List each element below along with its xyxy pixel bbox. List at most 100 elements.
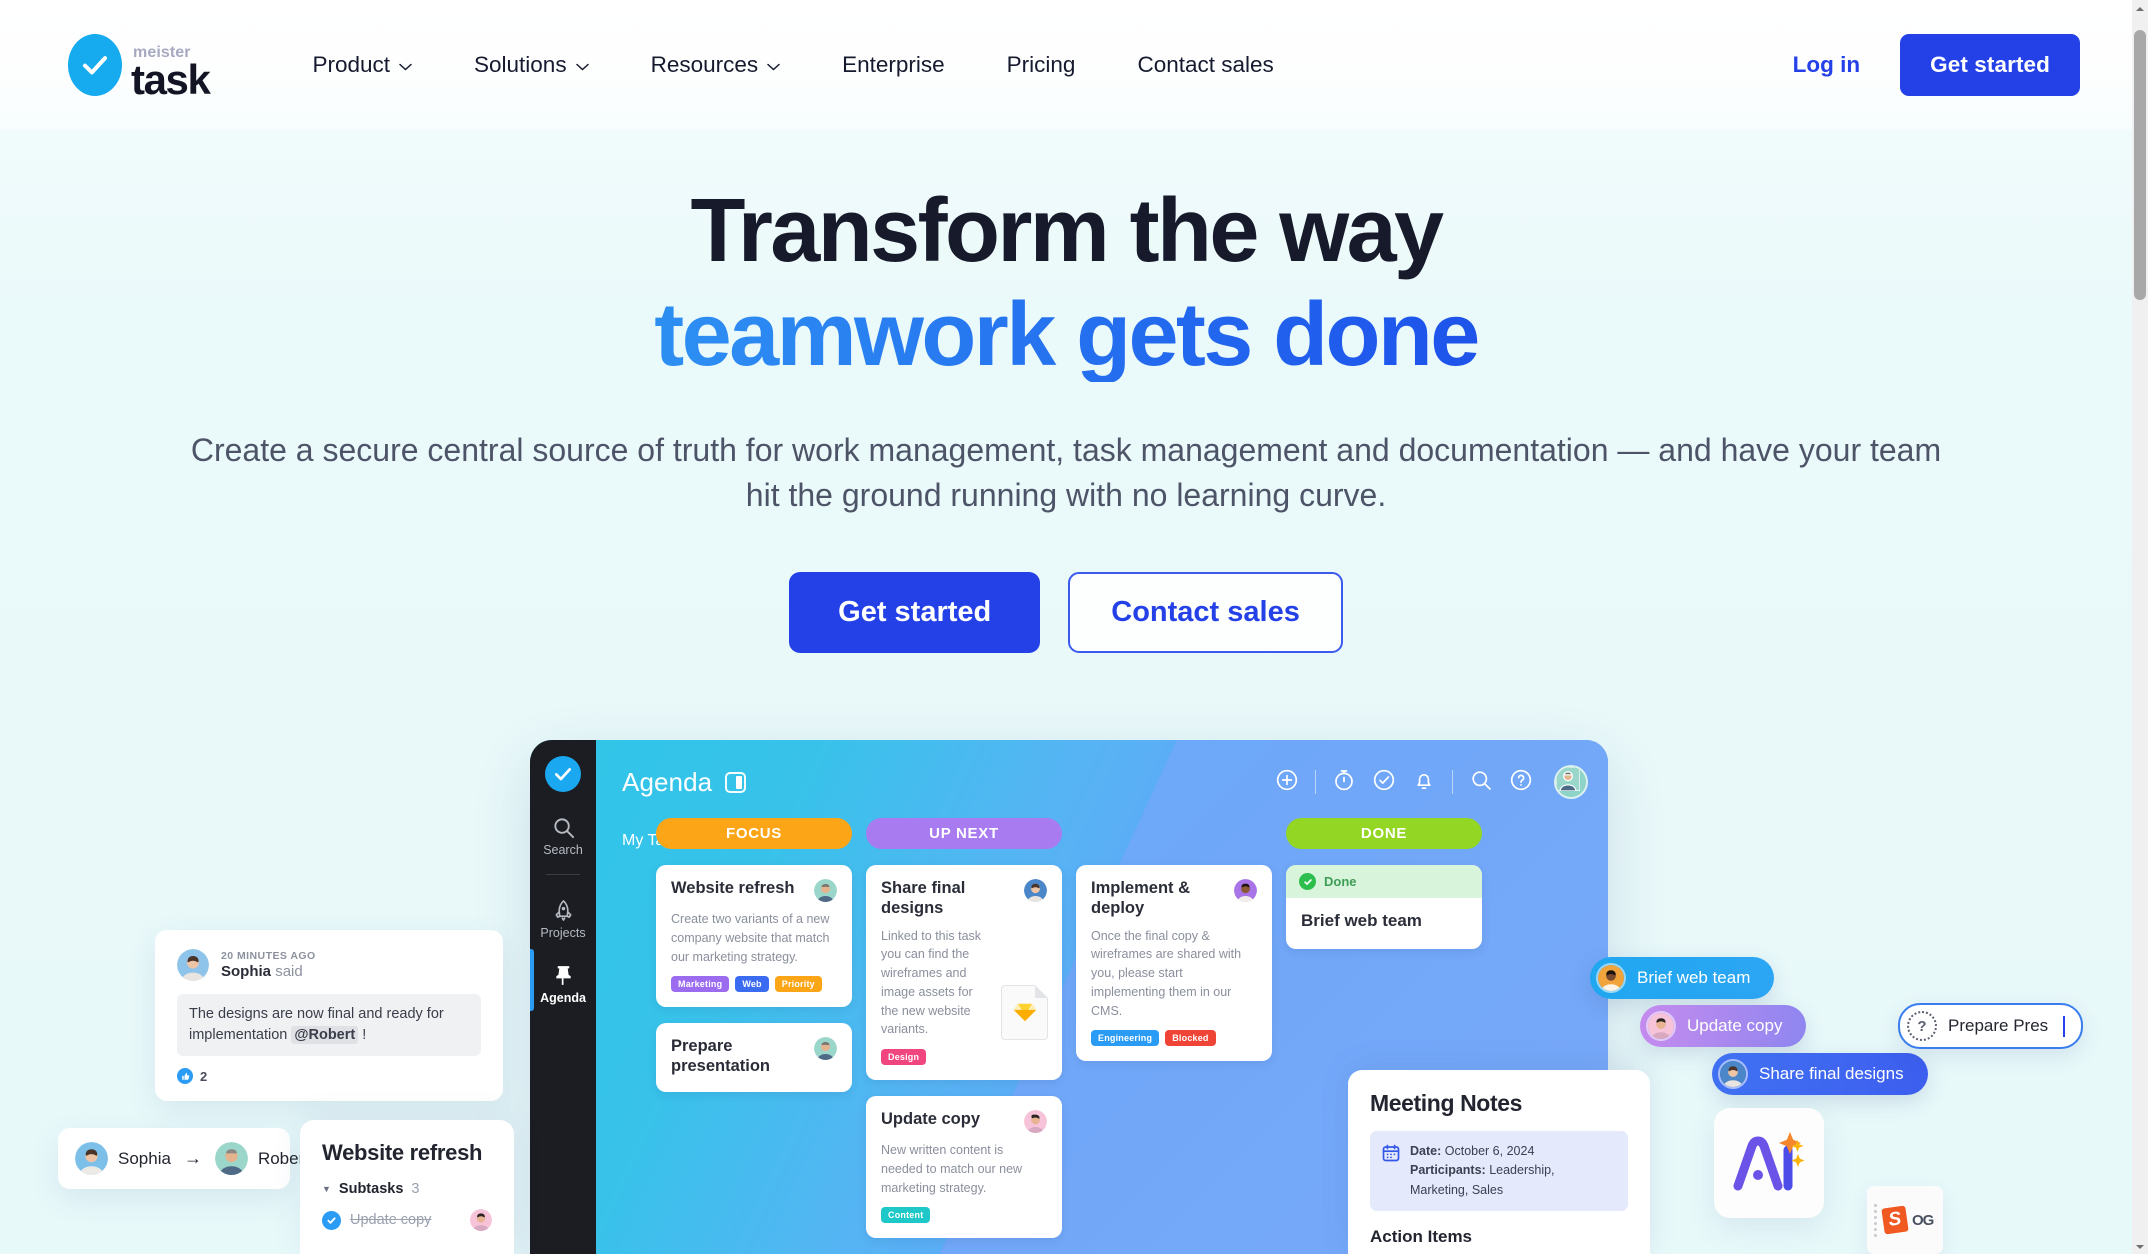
meeting-notes-card: Meeting Notes Date: October 6, 2024 Part…	[1348, 1070, 1650, 1254]
task-description: New written content is needed to match o…	[881, 1143, 1023, 1195]
card-header: Update copy	[881, 1110, 1047, 1134]
help-circle-icon[interactable]	[1509, 768, 1533, 797]
scrollbar-down-arrow[interactable]	[2132, 1238, 2148, 1254]
icon-separator	[1452, 770, 1453, 794]
comment-mention[interactable]: @Robert	[291, 1026, 359, 1045]
avatar	[814, 1037, 837, 1061]
avatar	[1024, 1110, 1047, 1134]
login-link[interactable]: Log in	[1787, 44, 1866, 86]
board-view-icon[interactable]	[725, 771, 747, 793]
task-tags: Engineering Blocked	[1091, 1030, 1257, 1047]
avatar	[75, 1142, 108, 1175]
search-icon[interactable]	[1469, 768, 1493, 797]
get-started-button[interactable]: Get started	[1900, 34, 2080, 96]
integration-mini-card[interactable]: S OG	[1867, 1186, 1943, 1254]
app-header-icons	[1275, 765, 1588, 799]
comment-author-line: Sophia said	[221, 963, 316, 980]
sidebar-item-agenda[interactable]: Agenda	[530, 949, 596, 1011]
meeting-notes-details: Date: October 6, 2024 Participants: Lead…	[1410, 1142, 1616, 1200]
logo-task-text: task	[131, 55, 211, 103]
nav-item-resources[interactable]: Resources	[620, 42, 812, 88]
column-done-header[interactable]: DONE	[1286, 818, 1482, 849]
task-description: Create two variants of a new company web…	[671, 912, 830, 964]
sidebar-item-search[interactable]: Search	[530, 814, 596, 857]
task-tags: Marketing Web Priority	[671, 976, 837, 993]
ai-icon	[1733, 1132, 1805, 1191]
avatar	[1718, 1059, 1748, 1089]
unassigned-avatar-placeholder-icon[interactable]: ?	[1907, 1011, 1937, 1041]
task-description: Linked to this task you can find the wir…	[881, 928, 982, 1037]
task-card-website-refresh[interactable]: Website refresh Create two variants of a…	[656, 865, 852, 1008]
task-card-update-copy[interactable]: Update copy New written content is neede…	[866, 1096, 1062, 1239]
page-scrollbar[interactable]	[2132, 0, 2148, 1254]
action-items-heading: Action Items	[1370, 1227, 1473, 1247]
column-spacer	[1076, 818, 1272, 849]
comment-reaction[interactable]: 2	[177, 1068, 481, 1085]
subtask-item[interactable]: Update copy	[322, 1209, 492, 1231]
task-title: Update copy	[881, 1110, 981, 1129]
nav-item-resources-label: Resources	[650, 52, 759, 77]
task-name-input-pill[interactable]: ? Prepare Pres	[1898, 1003, 2084, 1049]
meistertask-logo[interactable]: meister task	[68, 34, 211, 103]
sidebar-item-projects-label: Projects	[540, 926, 586, 940]
scrollbar-thumb[interactable]	[2134, 30, 2146, 300]
integration-label: OG	[1912, 1211, 1934, 1229]
task-card-share-final-designs[interactable]: Share final designs Linked to this task …	[866, 865, 1062, 1081]
comment-text: The designs are now final and ready for …	[177, 994, 481, 1057]
drag-handle-icon[interactable]	[1874, 1203, 1878, 1237]
headline-line-1: Transform the way	[690, 181, 1444, 281]
app-header: Agenda	[596, 740, 1608, 824]
assignee-pill-share-final-designs[interactable]: Share final designs	[1712, 1053, 1928, 1095]
avatar[interactable]	[1554, 765, 1588, 799]
column-focus: FOCUS Website refresh Create two variant…	[656, 818, 852, 1238]
nav-item-enterprise[interactable]: Enterprise	[811, 42, 976, 88]
hero-cta-group: Get started Contact sales	[0, 572, 2132, 654]
assignment-from: Sophia	[118, 1148, 171, 1168]
avatar	[470, 1209, 492, 1231]
task-tags: Content	[881, 1207, 1047, 1224]
bell-icon[interactable]	[1412, 768, 1436, 797]
scrollbar-up-arrow[interactable]	[2132, 0, 2148, 16]
app-sidebar: Search Projects Agenda	[530, 740, 596, 1254]
task-card-prepare-presentation[interactable]: Prepare presentation	[656, 1023, 852, 1092]
checkbox-checked-icon[interactable]	[322, 1210, 341, 1230]
nav-item-solutions[interactable]: Solutions	[443, 42, 620, 88]
task-card-implement-deploy[interactable]: Implement & deploy Once the final copy &…	[1076, 865, 1272, 1062]
check-circle-icon[interactable]	[1372, 768, 1396, 797]
avatar	[1024, 879, 1047, 902]
comment-header: 20 MINUTES AGO Sophia said	[177, 949, 481, 981]
hero-get-started-button[interactable]: Get started	[789, 572, 1041, 654]
timer-icon[interactable]	[1332, 768, 1356, 797]
assignee-pill-brief-web-team[interactable]: Brief web team	[1590, 957, 1775, 999]
pill-label: Share final designs	[1759, 1064, 1904, 1083]
subtasks-header[interactable]: ▼ Subtasks 3	[322, 1181, 492, 1197]
comment-timestamp: 20 MINUTES AGO	[221, 950, 316, 962]
nav-item-contact-sales-label: Contact sales	[1137, 52, 1274, 77]
column-focus-header[interactable]: FOCUS	[656, 818, 852, 849]
tag-engineering: Engineering	[1091, 1030, 1160, 1047]
assignee-pill-update-copy[interactable]: Update copy	[1640, 1005, 1807, 1047]
subtasks-label: Subtasks	[338, 1181, 404, 1197]
ai-feature-card[interactable]	[1714, 1108, 1824, 1218]
page-title: Transform the way teamwork gets done	[0, 185, 2132, 382]
sidebar-item-projects[interactable]: Projects	[530, 897, 596, 940]
column-up-next-header[interactable]: UP NEXT	[866, 818, 1062, 849]
task-title: Prepare presentation	[671, 1037, 771, 1076]
app-header-title: Agenda	[622, 766, 713, 797]
calendar-icon	[1382, 1144, 1400, 1162]
task-card-brief-web-team[interactable]: Done Brief web team	[1286, 865, 1482, 949]
task-tags: Design	[881, 1049, 1047, 1066]
nav-item-product-label: Product	[312, 52, 391, 77]
card-header: Website refresh	[671, 879, 837, 902]
plus-circle-icon[interactable]	[1275, 768, 1299, 797]
nav-item-contact-sales[interactable]: Contact sales	[1106, 42, 1304, 88]
meeting-date-value: October 6, 2024	[1444, 1144, 1535, 1158]
hero-contact-sales-button[interactable]: Contact sales	[1068, 572, 1343, 654]
task-description: Once the final copy & wireframes are sha…	[1091, 928, 1242, 1018]
text-cursor	[2063, 1015, 2066, 1037]
subtask-card-title: Website refresh	[322, 1140, 483, 1165]
nav-item-pricing[interactable]: Pricing	[976, 42, 1107, 88]
assignment-card: Sophia → Robert	[58, 1128, 309, 1189]
subtask-detail-card: Website refresh ▼ Subtasks 3 Update copy	[300, 1120, 514, 1254]
nav-item-product[interactable]: Product	[281, 42, 443, 88]
